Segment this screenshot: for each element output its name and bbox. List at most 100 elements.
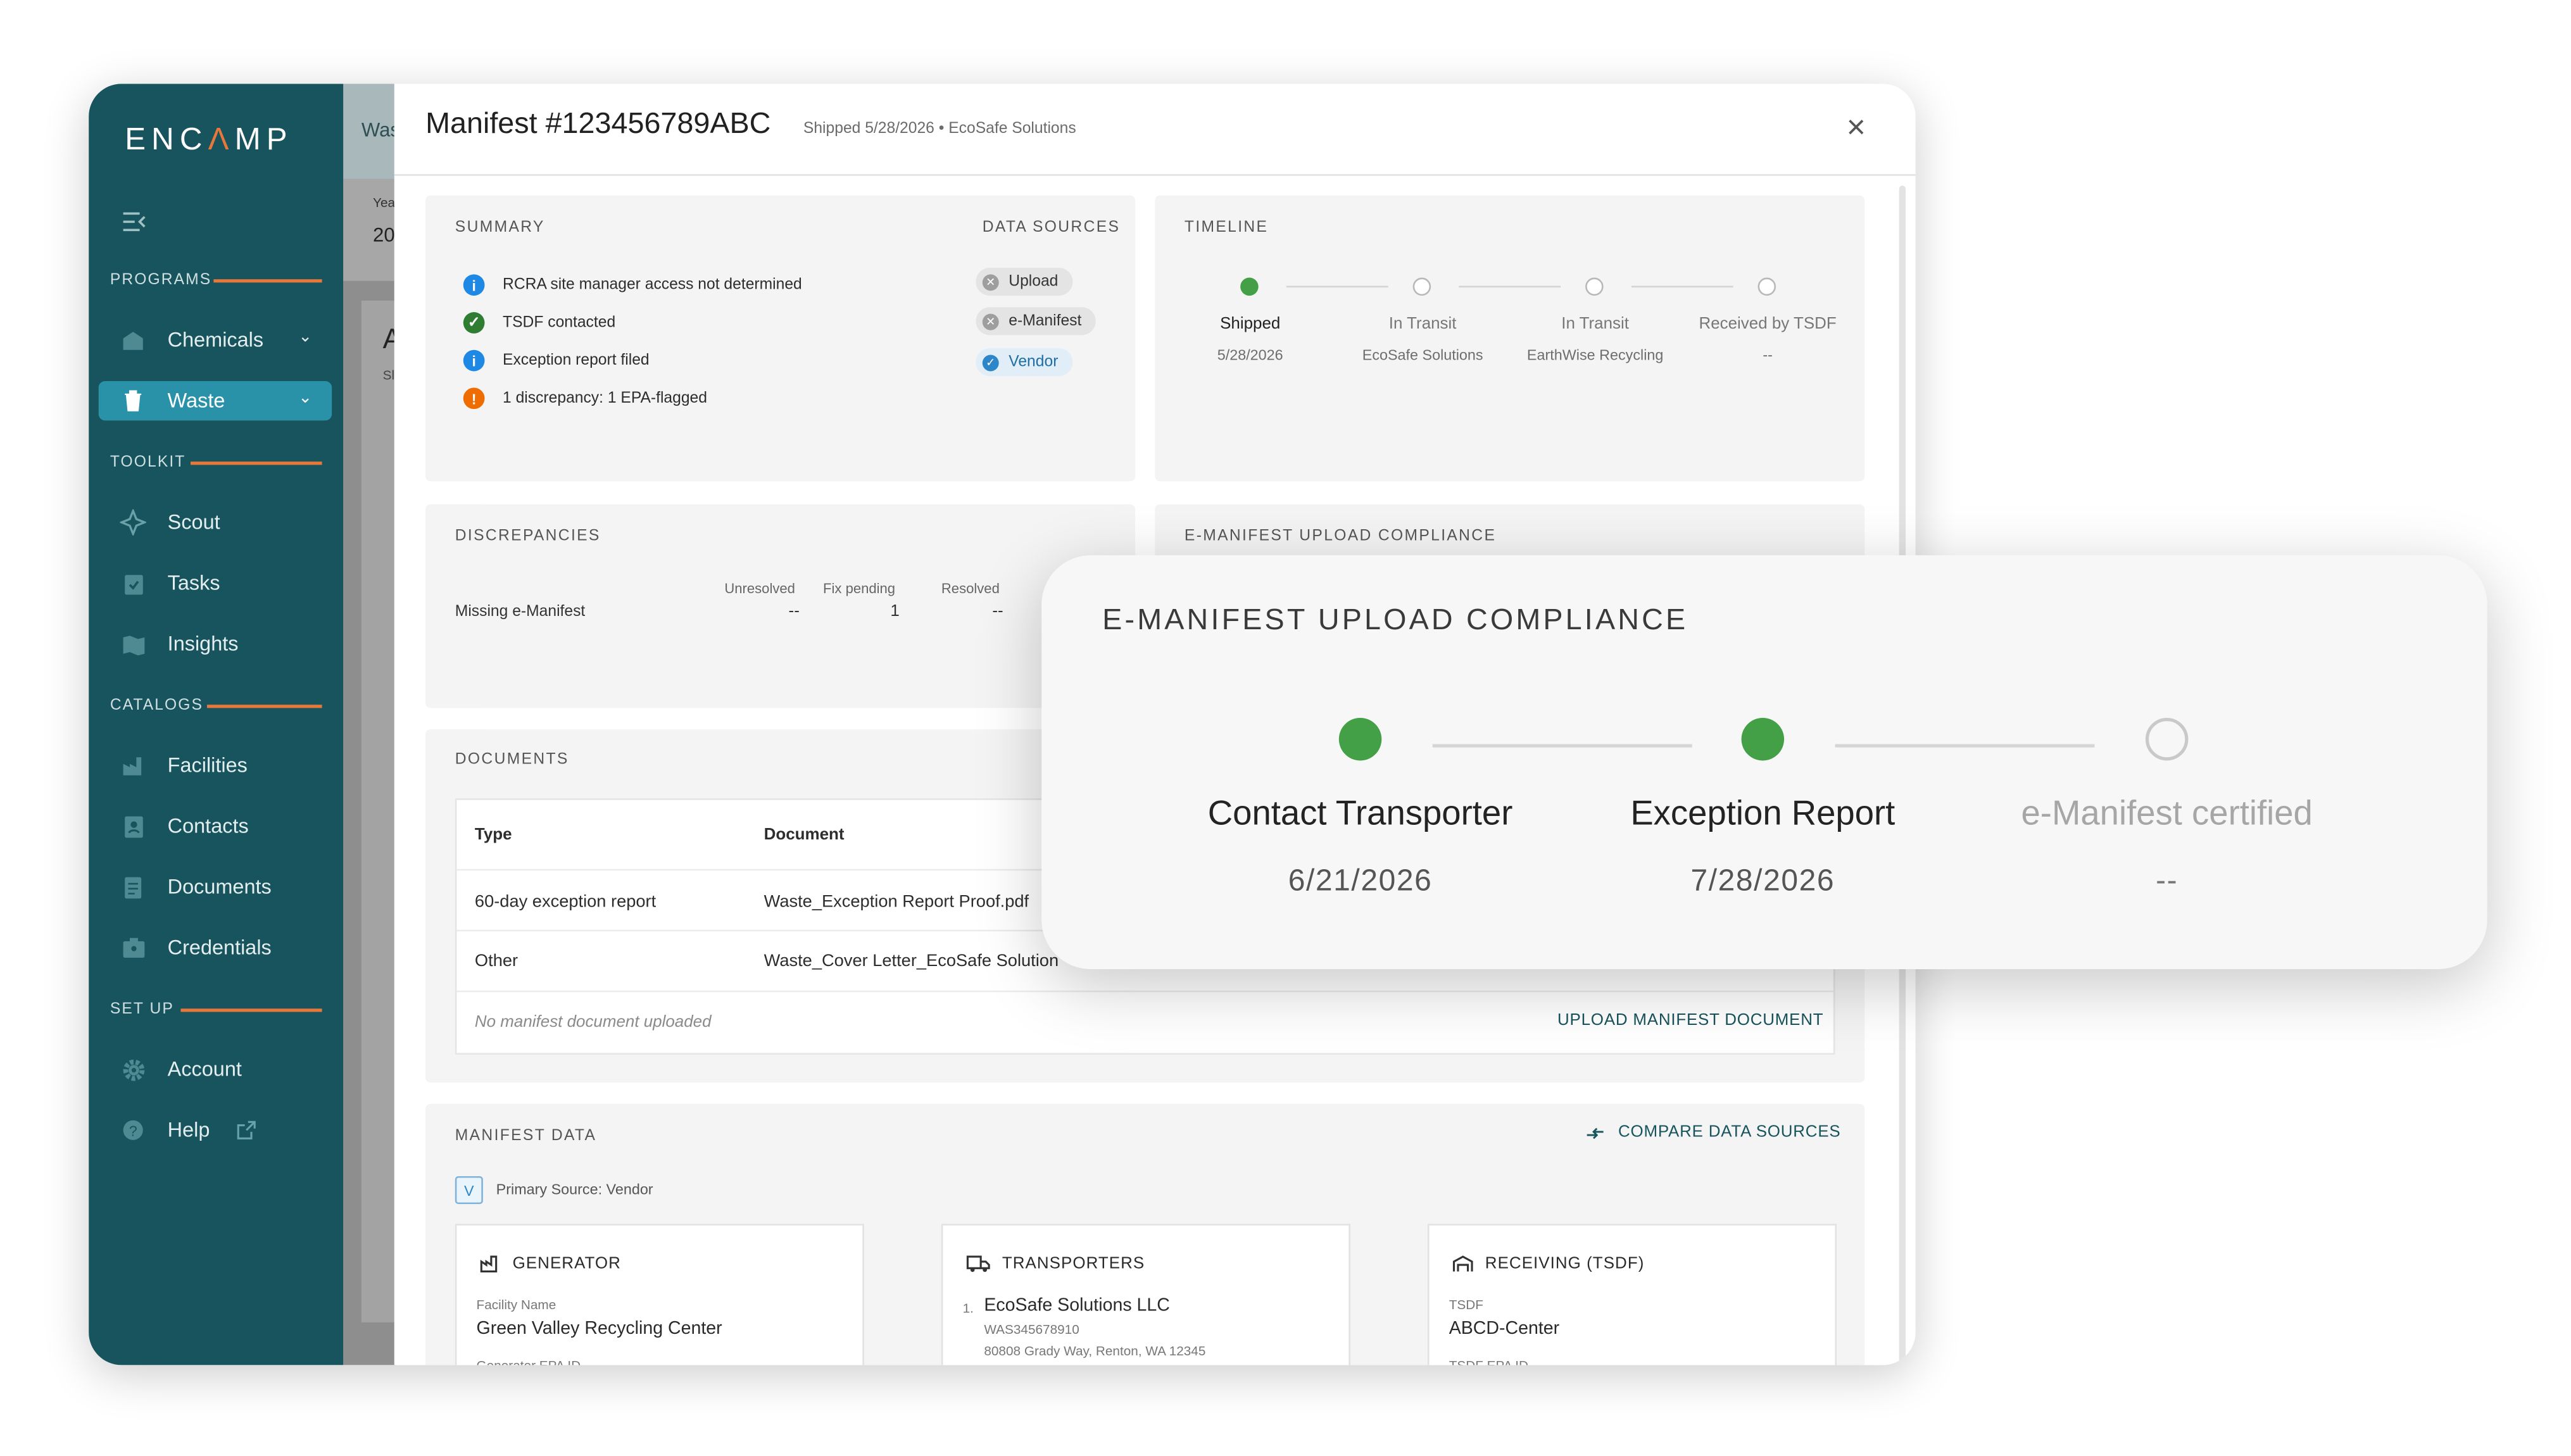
sparkle-icon [120, 509, 146, 536]
sidebar-item-waste[interactable]: Waste ⌄ [98, 381, 332, 421]
compliance-step: e-Manifest certified -- [1953, 795, 2380, 898]
documents-title: DOCUMENTS [455, 750, 569, 769]
truck-icon [966, 1255, 991, 1274]
warning-icon: ! [463, 387, 485, 410]
step-pending-icon [1585, 277, 1604, 296]
logo-accent: Λ [208, 123, 235, 158]
sidebar-item-tasks[interactable]: Tasks [99, 563, 332, 603]
transporter-name: EcoSafe Solutions LLC [984, 1296, 1170, 1316]
transporter-address: 80808 Grady Way, Renton, WA 12345 [984, 1343, 1206, 1359]
logo-text-end: MP [234, 123, 293, 158]
receiving-card: RECEIVING (TSDF) TSDF ABCD-Center TSDF E… [1427, 1224, 1837, 1365]
trash-icon [120, 387, 146, 414]
step-complete-icon [1338, 717, 1382, 761]
compare-arrows-icon [1585, 1124, 1605, 1141]
check-circle-icon: ✓ [982, 354, 999, 371]
discrepancy-value: 1 [890, 603, 900, 621]
sidebar-item-credentials[interactable]: Credentials [99, 928, 332, 967]
background-year-label: Yea [373, 195, 396, 211]
timeline-step-label: Shipped [1220, 315, 1281, 334]
sidebar-item-chemicals[interactable]: Chemicals ⌄ [99, 320, 332, 360]
warehouse-icon [1452, 1255, 1474, 1274]
sidebar-item-label: Account [167, 1058, 242, 1081]
background-year-value: 20 [373, 223, 395, 247]
source-chip-upload[interactable]: ✕ Upload [976, 267, 1073, 296]
help-icon: ? [120, 1117, 146, 1144]
source-chip-vendor[interactable]: ✓ Vendor [976, 348, 1073, 377]
modal-subtitle: Shipped 5/28/2026 • EcoSafe Solutions [803, 120, 1076, 138]
sidebar-item-help[interactable]: ? Help [99, 1110, 332, 1150]
discrepancy-column-header: Fix pending [823, 579, 896, 596]
section-toolkit-label: TOOLKIT [110, 453, 186, 472]
document-type: 60-day exception report [474, 892, 657, 912]
timeline-step-sub: 5/28/2026 [1217, 346, 1283, 363]
field-value: ABCD-Center [1449, 1319, 1560, 1339]
sidebar-item-contacts[interactable]: Contacts [99, 806, 332, 846]
summary-item-text: RCRA site manager access not determined [503, 275, 802, 294]
field-value: Green Valley Recycling Center [476, 1319, 722, 1339]
sidebar-item-label: Tasks [167, 572, 220, 595]
unavailable-icon: ✕ [982, 273, 999, 290]
background-card [361, 300, 396, 1322]
sidebar-item-label: Documents [167, 875, 272, 899]
compliance-step: Exception Report 7/28/2026 [1549, 795, 1977, 898]
sidebar-item-documents[interactable]: Documents [99, 867, 332, 907]
check-circle-icon: ✓ [463, 312, 485, 334]
encamp-logo[interactable]: ENCΛMP [125, 123, 293, 160]
column-header: Type [474, 826, 512, 844]
summary-panel: SUMMARY DATA SOURCES i RCRA site manager… [425, 195, 1136, 482]
transporter-id: WAS345678910 [984, 1322, 1079, 1338]
sidebar-item-label: Help [167, 1119, 210, 1142]
transporter-index: 1. [962, 1301, 974, 1316]
field-label: Generator EPA ID [477, 1359, 581, 1365]
timeline-step-label: Received by TSDF [1699, 315, 1837, 334]
sidebar-item-scout[interactable]: Scout [99, 503, 332, 542]
factory-icon [480, 1255, 501, 1274]
source-chip-label: e-Manifest [1009, 312, 1082, 330]
upload-manifest-button[interactable]: UPLOAD MANIFEST DOCUMENT [1557, 1012, 1823, 1030]
timeline-connector [1631, 286, 1733, 288]
discrepancy-column-header: Unresolved [724, 579, 795, 596]
column-header: Document [764, 826, 845, 844]
step-pending-icon [1757, 277, 1776, 296]
document-name[interactable]: Waste_Cover Letter_EcoSafe Solution [764, 951, 1059, 970]
empty-note: No manifest document uploaded [474, 1014, 712, 1032]
close-icon[interactable]: × [1847, 111, 1866, 144]
id-badge-icon [120, 934, 146, 961]
section-divider [180, 1008, 322, 1012]
svg-text:?: ? [129, 1122, 137, 1139]
vendor-badge: V [455, 1176, 483, 1205]
document-name[interactable]: Waste_Exception Report Proof.pdf [764, 892, 1029, 912]
receiving-title: RECEIVING (TSDF) [1485, 1255, 1645, 1274]
sidebar-item-facilities[interactable]: Facilities [99, 746, 332, 785]
section-divider [206, 705, 322, 708]
timeline-step-label: In Transit [1561, 315, 1630, 334]
transporters-card: TRANSPORTERS 1. EcoSafe Solutions LLC WA… [941, 1224, 1351, 1365]
compliance-step-date: -- [2156, 862, 2178, 897]
step-connector [1835, 744, 2095, 747]
collapse-menu-icon[interactable] [122, 210, 148, 233]
sidebar-item-insights[interactable]: Insights [99, 624, 332, 663]
discrepancy-value: -- [788, 603, 800, 621]
unavailable-icon: ✕ [982, 313, 999, 330]
sidebar-item-label: Waste [167, 389, 225, 413]
compare-data-sources-button[interactable]: COMPARE DATA SOURCES [1585, 1124, 1840, 1141]
manifest-data-title: MANIFEST DATA [455, 1127, 597, 1145]
summary-item: ! 1 discrepancy: 1 EPA-flagged [463, 387, 707, 410]
discrepancies-title: DISCREPANCIES [455, 527, 601, 546]
sidebar-item-label: Credentials [167, 936, 272, 960]
section-divider [213, 279, 322, 282]
chevron-down-icon: ⌄ [298, 389, 313, 408]
timeline-step-sub: -- [1763, 346, 1773, 363]
sidebar-item-label: Scout [167, 511, 220, 534]
source-chip-emanifest[interactable]: ✕ e-Manifest [976, 307, 1097, 336]
summary-item-text: TSDF contacted [503, 313, 616, 332]
summary-title: SUMMARY [455, 218, 545, 237]
sidebar: ENCΛMP PROGRAMS Chemicals ⌄ Waste ⌄ TOOL… [89, 84, 344, 1365]
sidebar-item-account[interactable]: Account [99, 1050, 332, 1089]
background-subtext: Sl [382, 368, 395, 383]
compliance-step-date: 7/28/2026 [1690, 862, 1835, 897]
chevron-down-icon: ⌄ [298, 328, 313, 347]
timeline-step: Received by TSDF -- [1677, 315, 1858, 363]
step-pending-icon [1412, 277, 1431, 296]
